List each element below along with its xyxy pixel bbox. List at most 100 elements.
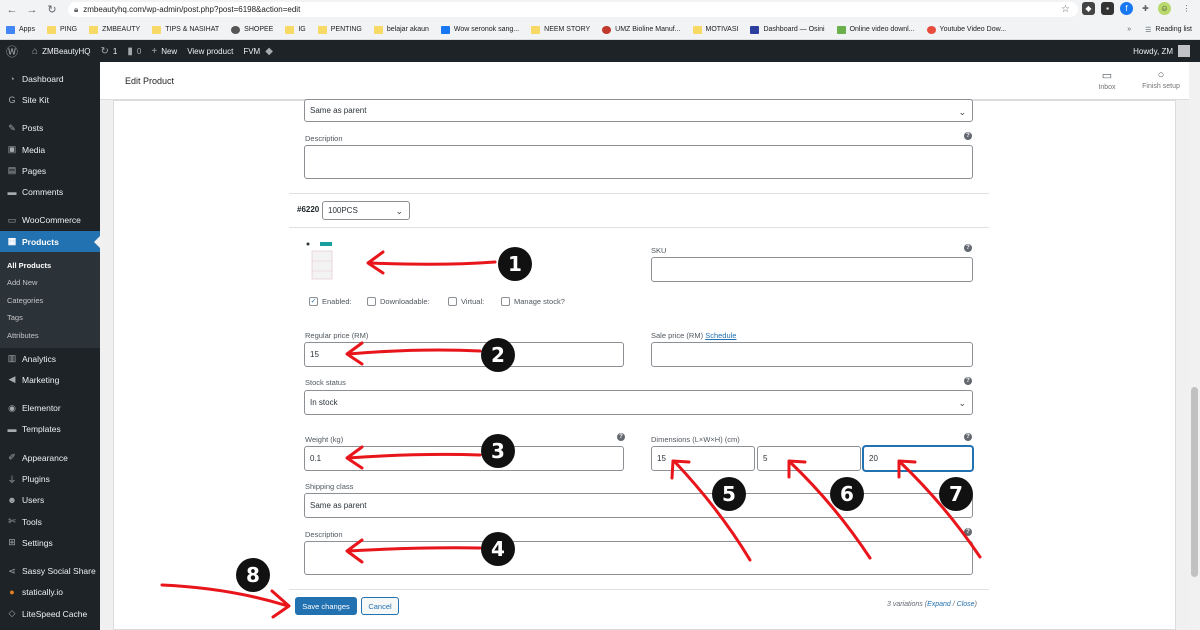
bookmark-folder[interactable]: ZMBEAUTY	[89, 25, 140, 34]
bookmark-folder[interactable]: PENTING	[317, 25, 362, 34]
extension-icon[interactable]: ◆	[1082, 2, 1095, 15]
bookmark-link[interactable]: Dashboard — Osini	[750, 25, 825, 34]
menu-comments[interactable]: ▬ Comments	[0, 181, 100, 202]
puzzle-icon[interactable]: ✚	[1139, 2, 1152, 15]
bookmark-folder[interactable]: IG	[285, 25, 306, 34]
site-name-link[interactable]: ⌂ ZMBeautyHQ	[32, 46, 91, 57]
new-content-link[interactable]: + New	[151, 46, 177, 57]
bookmark-folder[interactable]: SHOPEE	[231, 25, 273, 34]
fvm-link[interactable]: FVM ◆	[243, 46, 277, 57]
extension-icon[interactable]: ▪	[1101, 2, 1114, 15]
previous-shipping-class-select[interactable]: Same as parent ⌄	[304, 99, 973, 122]
page-scrollbar[interactable]	[1189, 62, 1200, 630]
virtual-checkbox[interactable]: Virtual:	[448, 297, 484, 306]
help-icon[interactable]: ?	[964, 244, 972, 252]
my-account[interactable]: Howdy, ZM	[1133, 40, 1190, 62]
menu-marketing[interactable]: ◀ Marketing	[0, 369, 100, 390]
menu-site-kit[interactable]: G Site Kit	[0, 89, 100, 110]
view-product-link[interactable]: View product	[187, 47, 233, 56]
schedule-link[interactable]: Schedule	[705, 331, 736, 340]
menu-woocommerce[interactable]: ▭ WooCommerce	[0, 210, 100, 231]
reload-icon[interactable]: ↻	[44, 3, 60, 16]
menu-sassy-social-share[interactable]: ⋖ Sassy Social Share	[0, 561, 100, 582]
menu-media[interactable]: ▣ Media	[0, 139, 100, 160]
submenu-add-new[interactable]: Add New	[0, 274, 100, 292]
bookmark-link[interactable]: Online video downl...	[836, 25, 915, 34]
weight-input[interactable]: 0.1	[304, 446, 624, 471]
enabled-checkbox[interactable]: ✓ Enabled:	[309, 297, 352, 306]
reading-list[interactable]: » ☰ Reading list	[1127, 20, 1192, 39]
help-icon[interactable]: ?	[617, 433, 625, 441]
menu-products[interactable]: ▦ Products	[0, 231, 100, 253]
bookmark-folder[interactable]: PING	[46, 25, 77, 34]
bookmark-link[interactable]: Wow seronok sang...	[440, 25, 519, 34]
menu-plugins[interactable]: ⏚ Plugins	[0, 468, 100, 489]
cancel-button[interactable]: Cancel	[361, 597, 399, 615]
menu-litespeed-cache[interactable]: ◇ LiteSpeed Cache	[0, 603, 100, 624]
menu-users[interactable]: ☻ Users	[0, 490, 100, 511]
profile-avatar-icon[interactable]: ☺	[1158, 2, 1171, 15]
statically-icon: ●	[9, 587, 15, 598]
close-link[interactable]: Close	[957, 601, 975, 608]
menu-analytics[interactable]: ▥ Analytics	[0, 348, 100, 369]
browser-menu-icon[interactable]: ⋮	[1180, 2, 1193, 15]
bookmark-star-icon[interactable]: ☆	[1061, 4, 1070, 15]
submenu-all-products[interactable]: All Products	[0, 256, 100, 274]
updates-link[interactable]: ↻ 1	[101, 46, 118, 57]
length-input[interactable]: 15	[651, 446, 755, 471]
stock-status-select[interactable]: In stock ⌄	[304, 390, 973, 415]
variation-image-thumbnail[interactable]	[306, 241, 336, 281]
download-arrow-icon	[836, 25, 846, 34]
bookmark-apps[interactable]: Apps	[6, 25, 35, 34]
sale-price-input[interactable]	[651, 342, 973, 367]
overflow-chevron-icon[interactable]: »	[1127, 26, 1131, 33]
height-input[interactable]: 20	[863, 446, 973, 471]
previous-description-textarea[interactable]	[304, 145, 973, 179]
bookmark-link[interactable]: UMZ Bioline Manuf...	[602, 25, 681, 34]
bookmark-folder[interactable]: NEEM STORY	[531, 25, 590, 34]
submenu-categories[interactable]: Categories	[0, 291, 100, 309]
scrollbar-thumb[interactable]	[1191, 387, 1198, 577]
menu-templates[interactable]: ▬ Templates	[0, 419, 100, 440]
menu-elementor[interactable]: ◉ Elementor	[0, 397, 100, 418]
menu-pages[interactable]: ▤ Pages	[0, 160, 100, 181]
back-icon[interactable]: ←	[4, 4, 20, 16]
bookmark-folder[interactable]: MOTIVASI	[692, 25, 738, 34]
description-textarea[interactable]	[304, 541, 973, 575]
menu-dashboard[interactable]: ◔ Dashboard	[0, 68, 100, 89]
bookmark-folder[interactable]: TIPS & NASIHAT	[152, 25, 219, 34]
save-changes-button[interactable]: Save changes	[295, 597, 357, 615]
downloadable-checkbox[interactable]: Downloadable:	[367, 297, 430, 306]
menu-settings[interactable]: ⊞ Settings	[0, 532, 100, 553]
shipping-class-select[interactable]: Same as parent ⌄	[304, 493, 973, 518]
menu-posts[interactable]: ✎ Posts	[0, 118, 100, 139]
manage-stock-checkbox[interactable]: Manage stock?	[501, 297, 565, 306]
settings-icon: ⊞	[8, 537, 16, 548]
width-input[interactable]: 5	[757, 446, 861, 471]
expand-link[interactable]: Expand	[927, 601, 951, 608]
submenu-attributes[interactable]: Attributes	[0, 326, 100, 344]
address-bar[interactable]: 🔒︎ zmbeautyhq.com/wp-admin/post.php?post…	[68, 2, 1078, 17]
regular-price-input[interactable]: 15	[304, 342, 624, 367]
folder-icon	[317, 25, 327, 34]
avatar	[1178, 45, 1190, 57]
inbox-button[interactable]: ▭ Inbox	[1082, 69, 1132, 91]
submenu-tags[interactable]: Tags	[0, 309, 100, 327]
menu-statically[interactable]: ● statically.io	[0, 582, 100, 603]
menu-tools[interactable]: ✄ Tools	[0, 511, 100, 532]
bookmark-link[interactable]: Youtube Video Dow...	[926, 25, 1006, 34]
help-icon[interactable]: ?	[964, 528, 972, 536]
forward-icon[interactable]: →	[24, 4, 40, 16]
wordpress-logo-icon[interactable]: Ⓦ	[6, 43, 22, 60]
comments-link[interactable]: ▮ 0	[127, 46, 141, 57]
finish-setup-button[interactable]: ○ Finish setup	[1135, 69, 1187, 90]
variation-attribute-select[interactable]: 100PCS ⌄	[322, 201, 410, 220]
folder-icon	[531, 25, 541, 34]
help-icon[interactable]: ?	[964, 377, 972, 385]
bookmark-folder[interactable]: belajar akaun	[373, 25, 429, 34]
sku-input[interactable]	[651, 257, 973, 282]
facebook-extension-icon[interactable]: f	[1120, 2, 1133, 15]
help-icon[interactable]: ?	[964, 433, 972, 441]
help-icon[interactable]: ?	[964, 132, 972, 140]
menu-appearance[interactable]: ✐ Appearance	[0, 447, 100, 468]
